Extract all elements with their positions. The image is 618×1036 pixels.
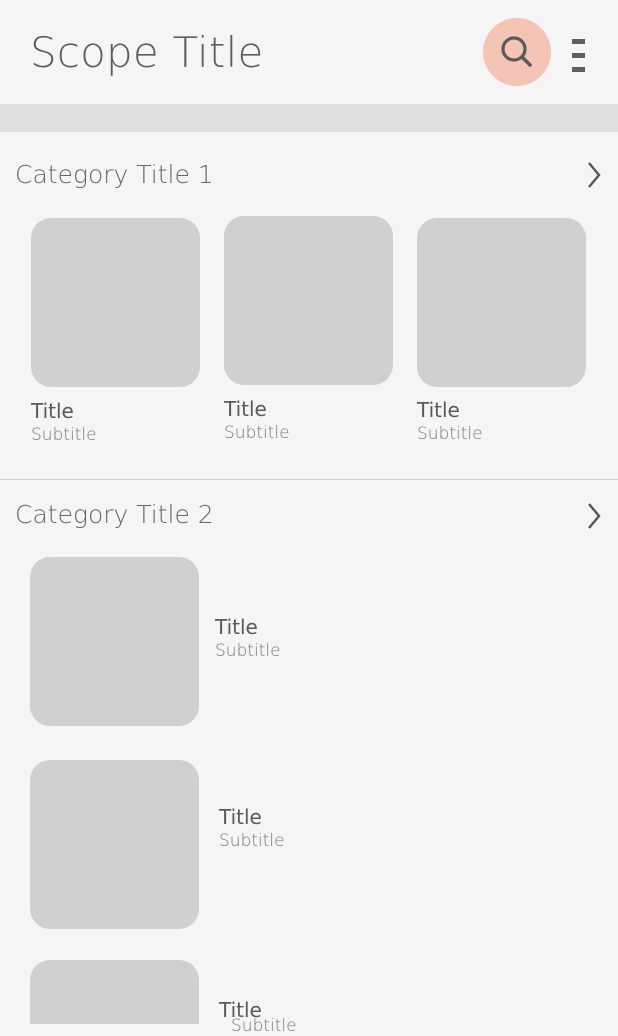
list-item-subtitle: Subtitle <box>231 1016 297 1036</box>
category-title[interactable]: Category Title 2 <box>15 500 214 529</box>
list-item-subtitle: Subtitle <box>219 831 285 851</box>
card-image[interactable] <box>31 218 200 387</box>
card-subtitle: Subtitle <box>417 424 483 444</box>
header-divider <box>0 104 618 132</box>
more-vert-icon <box>572 39 585 44</box>
card-title: Title <box>417 398 460 422</box>
chevron-right-icon[interactable] <box>586 501 602 531</box>
card-image[interactable] <box>224 216 393 385</box>
list-item-subtitle: Subtitle <box>215 641 281 661</box>
card-title: Title <box>224 397 267 421</box>
overflow-menu-button[interactable] <box>566 36 590 76</box>
list-item-title: Title <box>215 615 258 639</box>
search-icon <box>501 36 532 67</box>
category-title[interactable]: Category Title 1 <box>15 160 214 189</box>
list-item-image[interactable] <box>30 960 199 1024</box>
chevron-right-icon[interactable] <box>586 160 602 190</box>
section-divider <box>0 479 618 480</box>
card-title: Title <box>31 399 74 423</box>
list-item-title: Title <box>219 805 262 829</box>
card-image[interactable] <box>417 218 586 387</box>
menu-bar-mid <box>572 53 585 58</box>
search-button[interactable] <box>483 18 551 86</box>
header-bar: Scope Title <box>0 0 618 104</box>
menu-bar-bottom <box>572 67 585 72</box>
list-item-image[interactable] <box>30 557 199 726</box>
list-item-image[interactable] <box>30 760 199 929</box>
card-subtitle: Subtitle <box>224 423 290 443</box>
card-subtitle: Subtitle <box>31 425 97 445</box>
page-title: Scope Title <box>30 28 264 77</box>
